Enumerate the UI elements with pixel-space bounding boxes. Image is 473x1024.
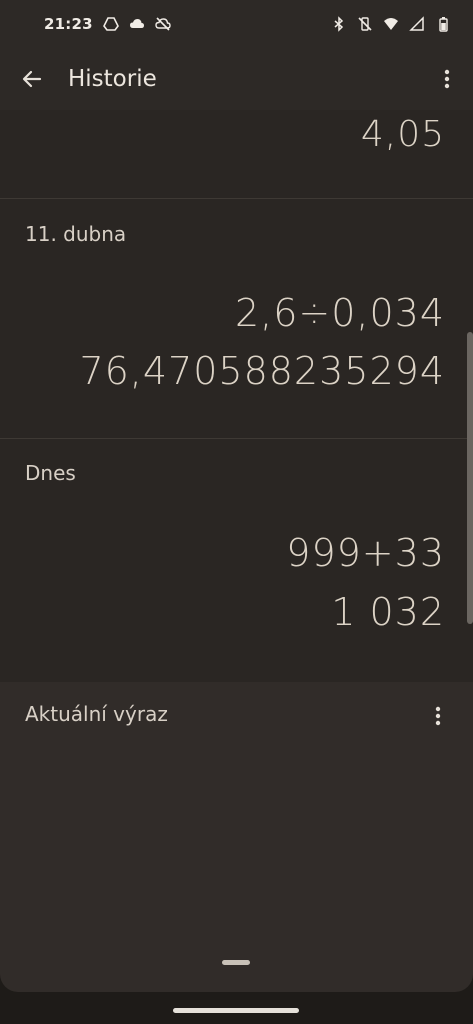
cloud-icon	[129, 19, 144, 28]
cloud-off-icon	[155, 17, 171, 31]
vibrate-off-icon	[358, 17, 372, 31]
app-bar: Historie	[0, 48, 473, 110]
gesture-nav-bar[interactable]	[173, 1008, 299, 1013]
back-button[interactable]	[0, 48, 64, 110]
drive-icon	[102, 17, 119, 31]
more-options-button[interactable]	[421, 48, 473, 110]
history-expression: 2,6÷0,034	[234, 291, 445, 335]
divider	[0, 438, 473, 439]
signal-icon	[409, 16, 424, 31]
history-expression: 999+33	[286, 531, 445, 575]
history-result: 1 032	[331, 590, 445, 634]
battery-icon	[439, 17, 448, 32]
current-more-options-button[interactable]	[415, 696, 461, 736]
history-result: 4,05	[360, 114, 445, 155]
divider	[0, 198, 473, 199]
current-expression-panel: Aktuální výraz	[0, 682, 473, 992]
current-expression-label: Aktuální výraz	[25, 702, 168, 726]
more-vert-icon	[435, 706, 441, 726]
drag-handle[interactable]	[222, 960, 250, 965]
history-entry[interactable]: 4,05	[0, 110, 473, 198]
arrow-back-icon	[22, 70, 42, 88]
page-title: Historie	[68, 66, 157, 92]
screen: 21:23 Historie 4,05 11. dubna 2,6÷0,034 …	[0, 0, 473, 1024]
scrollbar-thumb[interactable]	[467, 332, 473, 624]
date-header: Dnes	[25, 461, 76, 485]
date-header: 11. dubna	[25, 222, 127, 246]
more-vert-icon	[444, 69, 450, 89]
wifi-icon	[384, 18, 398, 30]
history-list[interactable]: 4,05 11. dubna 2,6÷0,034 76,470588235294…	[0, 110, 473, 682]
status-bar: 21:23	[0, 0, 473, 48]
status-time: 21:23	[44, 15, 93, 33]
history-result: 76,470588235294	[79, 349, 445, 393]
bluetooth-icon	[334, 16, 344, 32]
